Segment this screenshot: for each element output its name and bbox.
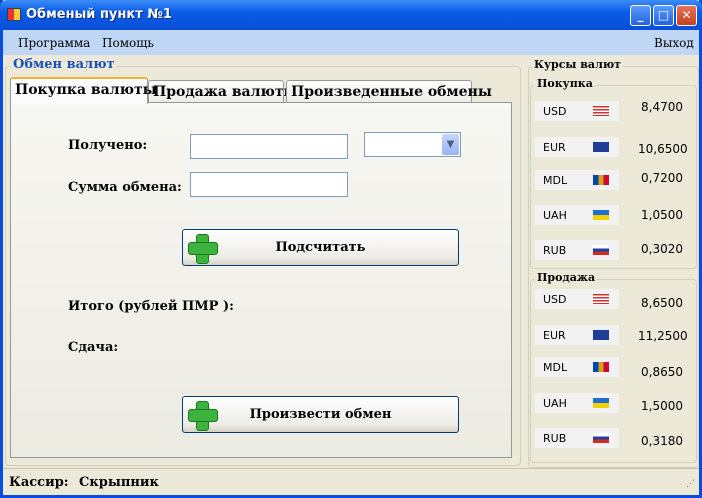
rate-value-buy-uah: 1,0500 bbox=[641, 208, 683, 222]
menu-program[interactable]: Программа bbox=[18, 36, 90, 50]
flag-ru-icon bbox=[593, 245, 609, 255]
flag-eu-icon bbox=[593, 142, 609, 152]
rate-code-sell-eur: EUR bbox=[535, 325, 619, 345]
rate-code-sell-uah: UAH bbox=[535, 393, 619, 413]
exchange-group-title: Обмен валют bbox=[11, 57, 117, 72]
currency-code: UAH bbox=[543, 397, 567, 410]
currency-code: UAH bbox=[543, 209, 567, 222]
rate-code-sell-rub: RUB bbox=[535, 428, 619, 448]
menu-help[interactable]: Помощь bbox=[102, 36, 154, 50]
exchange-button[interactable]: Произвести обмен bbox=[182, 396, 459, 433]
calculate-button[interactable]: Подсчитать bbox=[182, 229, 459, 266]
rate-value-buy-rub: 0,3020 bbox=[641, 242, 683, 256]
app-icon bbox=[7, 8, 21, 21]
rates-title: Курсы валют bbox=[532, 58, 623, 71]
window-title: Обменый пункт №1 bbox=[26, 7, 172, 22]
flag-us-icon bbox=[593, 294, 609, 304]
sum-label: Сумма обмена: bbox=[68, 180, 182, 195]
flag-ru-icon bbox=[593, 433, 609, 443]
flag-md-icon bbox=[593, 362, 609, 372]
sell-rates-title: Продажа bbox=[535, 271, 598, 284]
rate-code-buy-usd: USD bbox=[535, 101, 619, 121]
tab-page-buy: Получено: ▼ Сумма обмена: Подсчитать Ито… bbox=[10, 102, 512, 458]
rate-code-buy-uah: UAH bbox=[535, 205, 619, 225]
flag-us-icon bbox=[593, 106, 609, 116]
exchange-button-label: Произвести обмен bbox=[249, 407, 392, 422]
rate-code-buy-rub: RUB bbox=[535, 240, 619, 260]
rate-code-sell-usd: USD bbox=[535, 289, 619, 309]
received-input[interactable] bbox=[190, 134, 348, 159]
sum-input[interactable] bbox=[190, 172, 348, 197]
rate-value-sell-mdl: 0,8650 bbox=[641, 365, 683, 379]
rate-value-sell-rub: 0,3180 bbox=[641, 434, 683, 448]
flag-md-icon bbox=[593, 175, 609, 185]
calculate-button-label: Подсчитать bbox=[275, 240, 366, 255]
cashier-label: Кассир: bbox=[9, 475, 69, 490]
rate-code-buy-eur: EUR bbox=[535, 137, 619, 157]
currency-code: EUR bbox=[543, 141, 566, 154]
currency-code: MDL bbox=[543, 174, 568, 187]
rate-value-sell-usd: 8,6500 bbox=[641, 296, 683, 310]
rate-code-buy-mdl: MDL bbox=[535, 170, 619, 190]
currency-code: MDL bbox=[543, 361, 568, 374]
resize-grip-icon[interactable]: ⋰ bbox=[686, 479, 695, 489]
rate-value-sell-uah: 1,5000 bbox=[641, 399, 683, 413]
cashier-name: Скрыпник bbox=[79, 475, 159, 490]
status-bar: Кассир: Скрыпник ⋰ bbox=[3, 468, 699, 495]
chevron-down-icon[interactable]: ▼ bbox=[442, 134, 459, 155]
received-label: Получено: bbox=[68, 138, 148, 153]
rate-value-buy-mdl: 0,7200 bbox=[641, 171, 683, 185]
flag-ua-icon bbox=[593, 210, 609, 220]
buy-rates-title: Покупка bbox=[535, 77, 595, 90]
menu-bar: Программа Помощь Выход bbox=[3, 30, 699, 55]
change-label: Сдача: bbox=[68, 340, 119, 355]
close-button[interactable]: ✕ bbox=[676, 5, 697, 26]
rate-value-buy-usd: 8,4700 bbox=[641, 100, 683, 114]
maximize-button[interactable]: □ bbox=[653, 5, 674, 26]
rate-value-buy-eur: 10,6500 bbox=[638, 142, 688, 156]
plus-icon bbox=[187, 233, 218, 264]
title-bar[interactable]: Обменый пункт №1 _ □ ✕ bbox=[0, 0, 702, 30]
currency-select[interactable]: ▼ bbox=[364, 132, 461, 157]
tab-history[interactable]: Произведенные обмены bbox=[286, 80, 492, 103]
add-document-icon bbox=[187, 400, 218, 431]
flag-eu-icon bbox=[593, 330, 609, 340]
rate-code-sell-mdl: MDL bbox=[535, 357, 619, 377]
flag-ua-icon bbox=[593, 398, 609, 408]
currency-code: RUB bbox=[543, 244, 567, 257]
currency-code: EUR bbox=[543, 329, 566, 342]
total-label: Итого (рублей ПМР ): bbox=[68, 299, 234, 314]
tab-sell[interactable]: Продажа валюты bbox=[148, 80, 298, 103]
currency-code: RUB bbox=[543, 432, 567, 445]
currency-code: USD bbox=[543, 293, 567, 306]
menu-exit[interactable]: Выход bbox=[654, 36, 694, 50]
minimize-button[interactable]: _ bbox=[630, 5, 651, 26]
rate-value-sell-eur: 11,2500 bbox=[638, 329, 688, 343]
tab-buy[interactable]: Покупка валюты bbox=[10, 77, 157, 104]
currency-code: USD bbox=[543, 105, 567, 118]
